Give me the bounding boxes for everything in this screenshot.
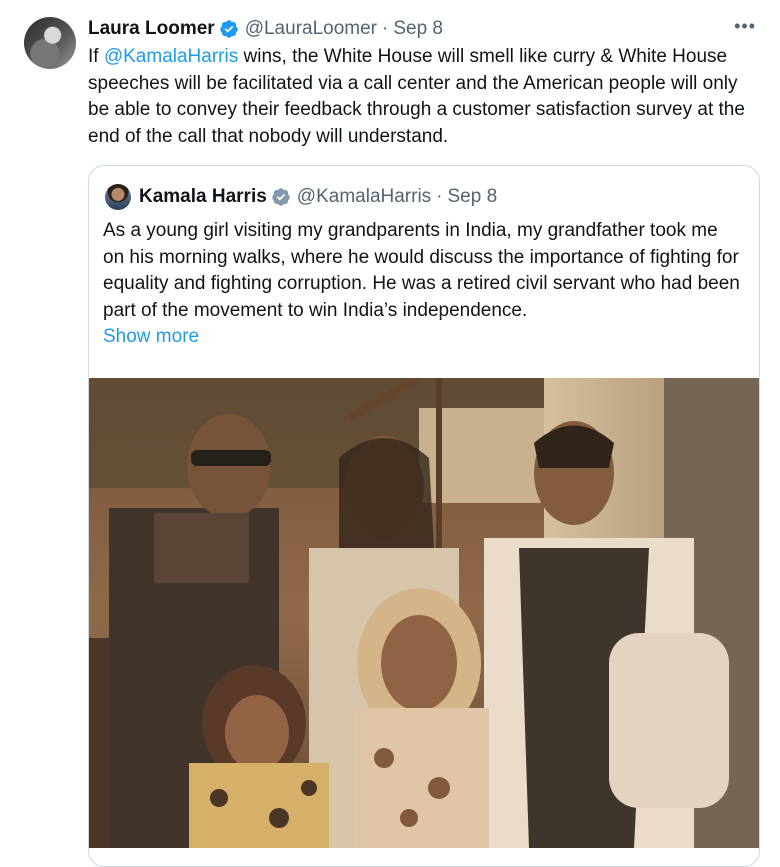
more-icon[interactable]: ••• xyxy=(734,16,756,37)
separator-dot: · xyxy=(382,18,389,39)
tweet-text-before: If xyxy=(88,46,104,67)
author-handle[interactable]: @LauraLoomer xyxy=(245,18,377,40)
quoted-author-handle[interactable]: @KamalaHarris xyxy=(297,186,431,208)
mention-link[interactable]: @KamalaHarris xyxy=(104,46,238,67)
quoted-author-name[interactable]: Kamala Harris xyxy=(139,186,267,208)
author-name[interactable]: Laura Loomer xyxy=(88,18,215,40)
quoted-tweet-date[interactable]: Sep 8 xyxy=(448,186,498,208)
tweet-date[interactable]: Sep 8 xyxy=(393,18,443,40)
quoted-tweet-body: As a young girl visiting my grandparents… xyxy=(103,220,740,321)
tweet-text: If @KamalaHarris wins, the White House w… xyxy=(88,44,748,150)
quoted-separator-dot: · xyxy=(436,186,443,207)
quoted-tweet-card[interactable]: Kamala Harris @KamalaHarris · Sep 8 As a… xyxy=(88,165,760,867)
author-avatar[interactable] xyxy=(24,17,76,69)
quoted-tweet-header: Kamala Harris @KamalaHarris · Sep 8 xyxy=(105,184,497,210)
tweet-header: Laura Loomer @LauraLoomer · Sep 8 xyxy=(88,16,760,42)
family-photo[interactable] xyxy=(89,378,759,848)
quoted-tweet-text: As a young girl visiting my grandparents… xyxy=(103,218,743,351)
show-more-link[interactable]: Show more xyxy=(103,324,743,351)
quoted-verified-badge-icon xyxy=(271,187,291,207)
quoted-author-avatar[interactable] xyxy=(105,184,131,210)
verified-badge-icon xyxy=(219,19,239,39)
